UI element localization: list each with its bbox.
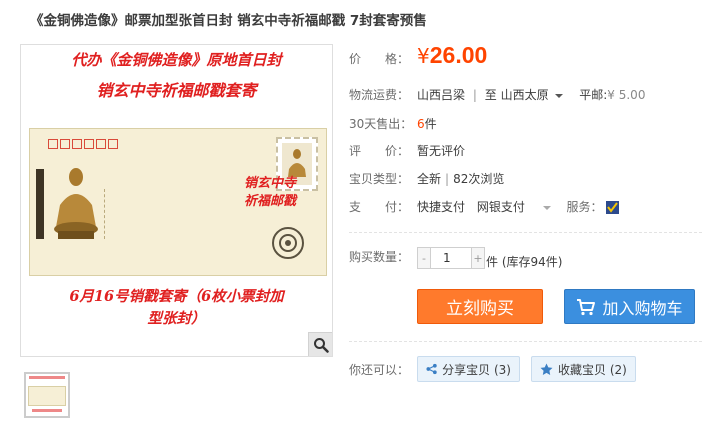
shipping-label: 物流运费： (349, 88, 410, 102)
shipping-post-price: ¥ 5.00 (607, 88, 646, 102)
rating-label: 评 价： (349, 144, 410, 158)
postcode-boxes (48, 139, 118, 149)
payment-methods: 快捷支付 网银支付 服务： (417, 198, 620, 215)
item-type-info: 全新 | 82次浏览 (417, 172, 505, 186)
price-label: 价 格： (349, 52, 410, 66)
quantity-increase-button[interactable]: + (471, 247, 485, 269)
divider (349, 232, 702, 233)
share-button[interactable]: 分享宝贝 (3) (417, 356, 520, 382)
shipping-from: 山西吕梁 (417, 88, 466, 102)
share-icon (426, 363, 437, 375)
quantity-label: 购买数量： (349, 250, 410, 264)
buddha-statue-image (54, 168, 98, 239)
chevron-down-icon[interactable] (555, 91, 564, 101)
postmark-seal (272, 227, 304, 259)
sold-count: 6件 (417, 117, 437, 131)
quantity-decrease-button[interactable]: - (417, 247, 431, 269)
favorite-button[interactable]: 收藏宝贝 (2) (531, 356, 636, 382)
chevron-down-icon[interactable] (542, 204, 551, 212)
item-type-label: 宝贝类型： (349, 172, 410, 186)
service-guarantee-icon[interactable] (606, 201, 620, 214)
envelope-illustration: 销玄中寺 祈福邮戳 (29, 128, 327, 276)
envelope-side-strip (36, 169, 44, 239)
buy-now-button[interactable]: 立刻购买 (417, 289, 543, 324)
zoom-button[interactable] (308, 332, 332, 356)
image-caption-2: 销玄中寺祈福邮戳套寄 (96, 81, 257, 100)
price-value: ¥26.00 (417, 42, 488, 68)
image-caption-3: 6月16号销戳套寄（6枚小票封加 (69, 288, 284, 305)
share-label: 分享宝贝 (3) (442, 362, 511, 377)
quantity-stepper: - 1 + (417, 247, 485, 269)
image-thumbnail[interactable] (24, 372, 70, 418)
sold-label: 30天售出： (349, 117, 413, 131)
shipping-info: 山西吕梁 | 至 山西太原 平邮:¥ 5.00 (417, 88, 646, 102)
payment-quick[interactable]: 快捷支付 (417, 200, 465, 214)
quantity-input[interactable]: 1 (431, 247, 471, 269)
add-to-cart-button[interactable]: 加入购物车 (564, 289, 695, 324)
image-caption-1: 代办《金铜佛造像》原地首日封 (71, 51, 282, 69)
cancel-postmark-text: 销玄中寺 祈福邮戳 (244, 176, 297, 209)
add-to-cart-label: 加入购物车 (602, 298, 683, 318)
favorite-label: 收藏宝贝 (2) (558, 362, 627, 377)
product-main-image[interactable]: 代办《金铜佛造像》原地首日封 销玄中寺祈福邮戳套寄 销玄中寺 祈福邮戳 6月16… (20, 44, 333, 357)
payment-label: 支 付： (349, 200, 410, 214)
star-icon (540, 363, 553, 375)
envelope-text-column (104, 189, 140, 239)
rating-value: 暂无评价 (417, 144, 466, 158)
shipping-destination-select[interactable]: 山西太原 (501, 88, 549, 102)
image-caption-4: 型张封） (147, 310, 206, 327)
social-label: 你还可以： (349, 363, 410, 377)
divider (349, 341, 702, 342)
product-title: 《金铜佛造像》邮票加型张首日封 销玄中寺祈福邮戳 7封套寄预售 (30, 13, 427, 29)
cart-icon (577, 298, 596, 315)
payment-netbank[interactable]: 网银支付 (477, 200, 525, 214)
quantity-stock: 件 (库存94件) (486, 255, 563, 269)
magnifier-icon (313, 337, 329, 353)
